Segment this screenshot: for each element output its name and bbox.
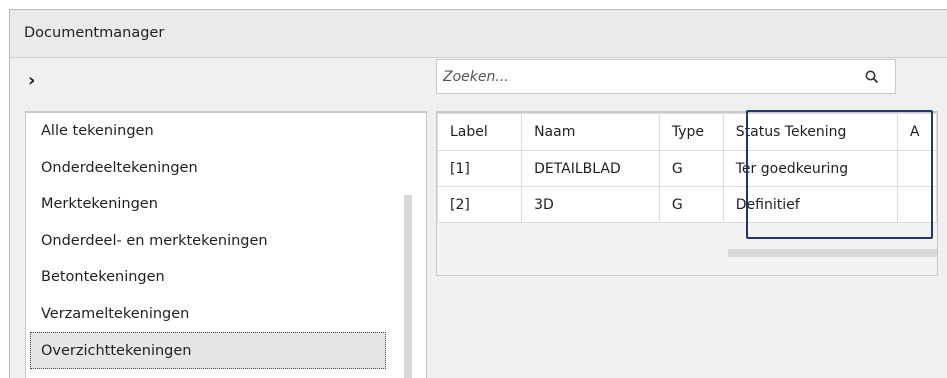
table-header-row: Label Naam Type Status Tekening A [437, 113, 937, 151]
search-box [436, 59, 896, 94]
cell-status: Ter goedkeuring [722, 150, 898, 187]
list-item[interactable]: Merktekeningen [26, 186, 406, 223]
title-bar: Documentmanager [10, 10, 947, 58]
cell-type: G [658, 150, 724, 187]
list-item-selected[interactable]: Overzichttekeningen [30, 332, 386, 369]
drawings-table: Label Naam Type Status Tekening A [1] DE… [437, 113, 937, 223]
cell-type: G [658, 186, 724, 223]
search-icon[interactable] [865, 70, 879, 84]
search-input[interactable] [437, 60, 847, 93]
column-header-type[interactable]: Type [658, 113, 724, 151]
table-row[interactable]: [2] 3D G Definitief [437, 186, 937, 223]
column-header-naam[interactable]: Naam [521, 113, 660, 151]
cell-a [896, 150, 937, 187]
list-item[interactable]: Alle tekeningen [26, 113, 406, 150]
column-header-label[interactable]: Label [437, 113, 523, 151]
list-item[interactable]: Verzameltekeningen [26, 296, 406, 333]
cell-naam: 3D [521, 186, 660, 223]
expand-panel-icon[interactable]: › [28, 70, 35, 91]
cell-a [896, 186, 937, 223]
cell-label: [1] [437, 150, 523, 187]
cell-naam: DETAILBLAD [521, 150, 660, 187]
column-header-status[interactable]: Status Tekening [722, 113, 898, 151]
list-item[interactable]: Onderdeeltekeningen [26, 150, 406, 187]
cell-status: Definitief [722, 186, 898, 223]
list-item[interactable]: Onderdeel- en merktekeningen [26, 223, 406, 260]
list-item[interactable]: Betontekeningen [26, 259, 406, 296]
drawings-grid-panel: Label Naam Type Status Tekening A [1] DE… [436, 111, 938, 276]
column-header-a[interactable]: A [896, 113, 937, 151]
window-title: Documentmanager [24, 25, 165, 41]
category-list: Alle tekeningen Onderdeeltekeningen Merk… [26, 113, 406, 369]
vertical-scrollbar[interactable] [404, 195, 412, 378]
horizontal-scrollbar[interactable] [728, 249, 937, 257]
table-row[interactable]: [1] DETAILBLAD G Ter goedkeuring [437, 150, 937, 187]
category-list-panel: Alle tekeningen Onderdeeltekeningen Merk… [25, 111, 427, 378]
cell-label: [2] [437, 186, 523, 223]
